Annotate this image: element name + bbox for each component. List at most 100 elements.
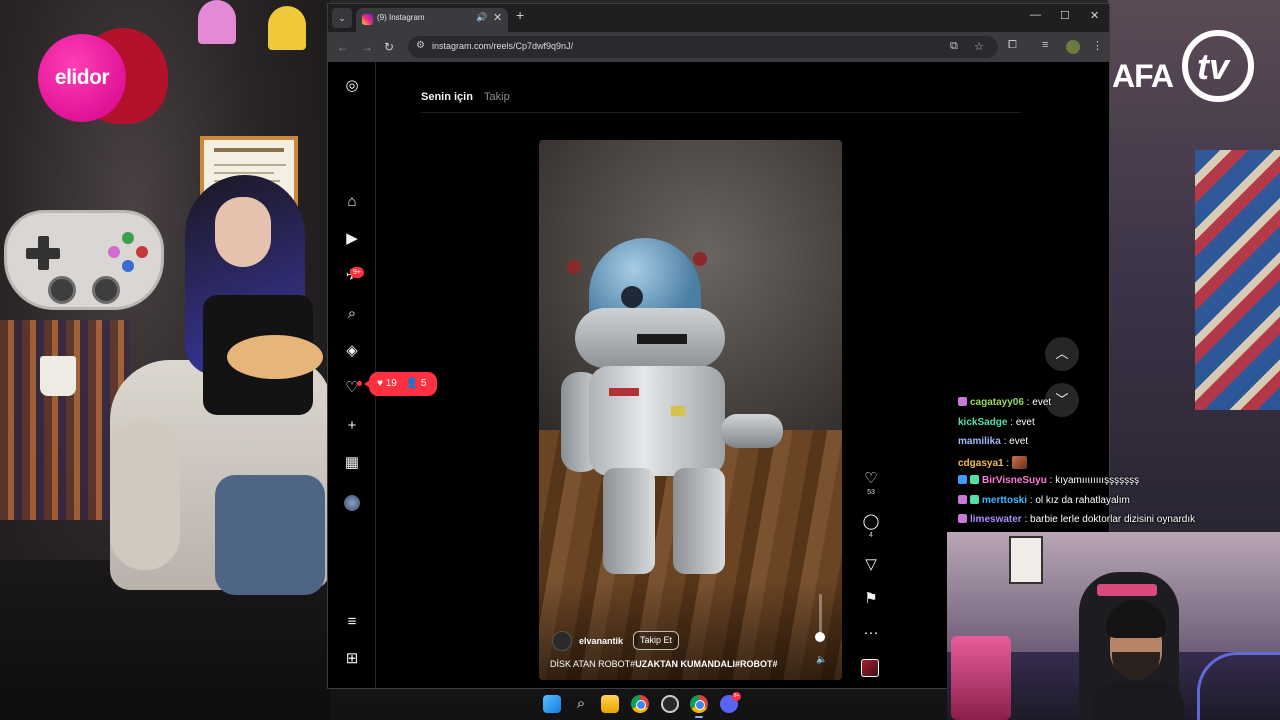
discord-badge: 9+: [732, 692, 741, 701]
share-icon[interactable]: ▽: [861, 556, 881, 574]
follow-button[interactable]: Takip Et: [633, 631, 680, 650]
new-tab-button[interactable]: +: [516, 7, 524, 23]
reels-icon[interactable]: ▶: [342, 229, 362, 249]
chat-badge-icon: [970, 494, 979, 504]
original-audio-thumbnail[interactable]: [861, 659, 879, 677]
more-options-action[interactable]: ···: [861, 624, 881, 642]
site-info-icon[interactable]: ⚙: [416, 40, 425, 51]
feed-divider: [421, 112, 1021, 113]
led-light-strip: [1197, 652, 1280, 720]
previous-reel-chevron-up-icon[interactable]: ︿: [1045, 337, 1079, 371]
chat-badge-icon: [970, 475, 979, 484]
gaming-chair-logo: [1097, 584, 1157, 596]
instagram-logo-icon[interactable]: ◎: [342, 76, 362, 96]
chat-text: evet: [1009, 436, 1029, 447]
caption-plain: DİSK ATAN ROBOT#: [550, 659, 636, 669]
address-bar[interactable]: ⚙ instagram.com/reels/Cp7dwf9q9nJ/ ⧉ ☆: [408, 36, 998, 58]
chat-user: cdgasya1: [958, 457, 1004, 469]
coffee-mug: [40, 356, 76, 396]
explore-icon[interactable]: ◈: [342, 341, 362, 361]
search-icon[interactable]: ⌕: [572, 695, 590, 713]
kebab-menu-icon[interactable]: ⋮: [1092, 39, 1103, 52]
reel-caption: DİSK ATAN ROBOT#UZAKTAN KUMANDALI#ROBOT#: [550, 659, 778, 669]
tab-search-button[interactable]: ⌄: [332, 8, 352, 28]
minimize-button[interactable]: —: [1030, 9, 1041, 21]
tab-instagram[interactable]: (9) Instagram 🔊 ✕: [356, 8, 508, 32]
activity-follows-count: 5: [420, 378, 427, 389]
tab-title: (9) Instagram: [377, 13, 425, 22]
chat-user: cagatayy06: [970, 397, 1024, 408]
dashboard-icon[interactable]: ▦: [342, 453, 362, 473]
chat-text: evet: [1032, 397, 1052, 408]
cast-icon[interactable]: ⧉: [950, 40, 958, 53]
chat-text: evet: [1015, 416, 1035, 428]
volume-slider-knob[interactable]: [815, 632, 825, 642]
channel-logo: AFA tv: [1112, 26, 1262, 122]
instagram-nav-rail: ◎ ⌂ ▶ ✈ 9+ ⌕ ◈ ♡ + ▦ ≡ ⊞: [328, 62, 376, 688]
volume-icon[interactable]: 🔈: [816, 654, 827, 665]
heart-icon[interactable]: ♡: [861, 470, 881, 488]
home-icon[interactable]: ⌂: [342, 192, 362, 212]
toy-box: [951, 636, 1011, 720]
stream-chat: cagatayy06 : evet kickSadge : evet mamil…: [958, 397, 1268, 534]
reel-author[interactable]: elvanantik: [579, 636, 623, 646]
comment-count: 4: [869, 532, 873, 539]
comment-action[interactable]: ◯ 4: [861, 513, 881, 541]
extensions-icon[interactable]: ⧠: [1008, 39, 1017, 52]
more-menu-icon[interactable]: ≡: [342, 612, 362, 632]
activity-likes-count: 19: [385, 378, 397, 389]
media-control-icon[interactable]: ≡: [1042, 39, 1048, 51]
speaker-icon[interactable]: 🔊: [476, 12, 487, 23]
bookmark-star-icon[interactable]: ☆: [974, 40, 984, 53]
chat-badge-icon: [958, 397, 967, 406]
create-plus-icon[interactable]: +: [342, 416, 362, 436]
activity-popup[interactable]: ♥ 19 👤 5: [364, 372, 437, 396]
like-count: 53: [867, 489, 875, 496]
chat-message: cdgasya1 :: [958, 455, 1268, 476]
forward-arrow-icon[interactable]: →: [361, 40, 373, 54]
reel-video[interactable]: elvanantik Takip Et DİSK ATAN ROBOT#UZAK…: [539, 140, 842, 680]
active-app-indicator: [695, 716, 703, 718]
tab-for-you[interactable]: Senin için: [421, 91, 473, 103]
save-action[interactable]: ⚑: [861, 590, 881, 608]
threads-icon[interactable]: ⊞: [342, 649, 362, 669]
share-action[interactable]: ▽: [861, 556, 881, 574]
close-window-button[interactable]: ✕: [1090, 9, 1099, 22]
bookmark-icon[interactable]: ⚑: [861, 590, 881, 608]
chat-badge-icon: [958, 475, 967, 484]
back-arrow-icon[interactable]: ←: [337, 40, 349, 54]
search-icon[interactable]: ⌕: [342, 304, 362, 324]
chat-text: barbie lerle doktorlar dizisini oynardık: [1030, 514, 1196, 525]
maximize-button[interactable]: ☐: [1060, 9, 1070, 22]
profile-avatar[interactable]: [1066, 40, 1080, 54]
wall-picture-frame: [1009, 536, 1043, 584]
volume-slider-track[interactable]: [819, 594, 822, 634]
streamer: [1092, 600, 1184, 720]
tab-following[interactable]: Takip: [484, 91, 510, 103]
comment-bubble-icon[interactable]: ◯: [861, 513, 881, 531]
chat-text: kıyamıııııııışşşşşşş: [1055, 475, 1140, 486]
chat-message: kickSadge : evet: [958, 416, 1035, 428]
tab-close-button[interactable]: ✕: [493, 11, 502, 24]
ellipsis-icon[interactable]: ···: [861, 624, 881, 642]
windows-taskbar: ⌕ 9+: [530, 688, 750, 720]
profile-avatar-icon[interactable]: [344, 495, 360, 511]
file-explorer-icon[interactable]: [601, 695, 619, 713]
tab-strip: ⌄ (9) Instagram 🔊 ✕ + — ☐ ✕: [328, 4, 1109, 32]
channel-logo-tv: tv: [1197, 46, 1230, 87]
chat-badge-icon: [958, 494, 967, 504]
chrome-icon[interactable]: [631, 695, 649, 713]
chat-user: mamilika: [958, 436, 1001, 447]
pacman-ghost-sticker: [198, 0, 236, 44]
chat-text: ol kız da rahatlayalım: [1035, 494, 1130, 506]
chat-user: limeswater: [970, 514, 1022, 525]
toy-robot: [553, 238, 783, 578]
author-avatar[interactable]: [552, 631, 572, 651]
windows-start-icon[interactable]: [543, 695, 561, 713]
chat-message: merttoski : ol kız da rahatlayalım: [958, 494, 1268, 515]
reload-icon[interactable]: ↻: [384, 40, 394, 54]
settings-gear-icon[interactable]: [661, 695, 679, 713]
chat-message: BirVisneSuyu : kıyamıııııııışşşşşşş: [958, 475, 1268, 495]
chrome-active-icon[interactable]: [690, 695, 708, 713]
like-action[interactable]: ♡ 53: [861, 470, 881, 498]
